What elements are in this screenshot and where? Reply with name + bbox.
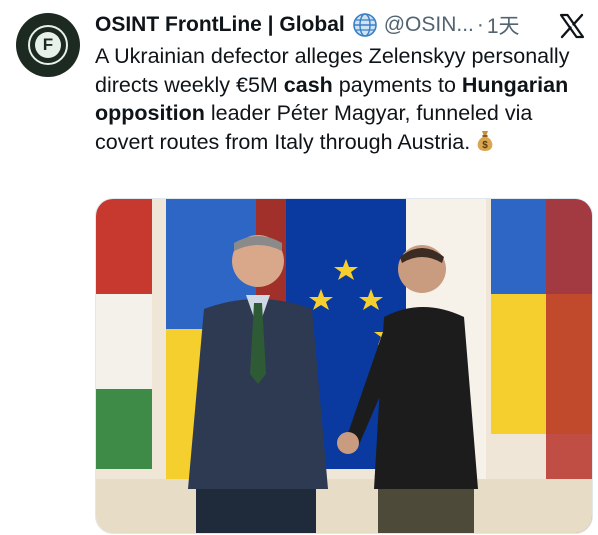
person-right-sweater (374, 307, 478, 489)
author-handle[interactable]: @OSIN... (384, 13, 474, 37)
text-segment: payments to (332, 72, 462, 97)
x-logo-icon[interactable] (558, 12, 586, 40)
tweet-header: OSINT FrontLine | Global @OSIN... · 1天 (95, 10, 520, 40)
hungary-flag-red (96, 199, 152, 294)
photo-illustration (96, 199, 592, 533)
timestamp[interactable]: 1天 (487, 10, 520, 40)
author-name[interactable]: OSINT FrontLine | Global (95, 13, 345, 37)
tweet-card[interactable]: F OSINT FrontLine | Global @OSIN... · 1天… (0, 0, 598, 535)
tweet-text: A Ukrainian defector alleges Zelenskyy p… (95, 42, 590, 156)
globe-badge-icon (352, 13, 377, 37)
avatar-ring: F (28, 25, 68, 65)
separator-dot: · (476, 13, 484, 36)
avatar[interactable]: F (16, 13, 80, 77)
money-bag-icon: $ (477, 130, 493, 151)
text-bold-cash: cash (283, 72, 333, 97)
tweet-photo[interactable] (95, 198, 593, 534)
svg-text:$: $ (482, 140, 488, 151)
avatar-letter: F (35, 32, 61, 58)
